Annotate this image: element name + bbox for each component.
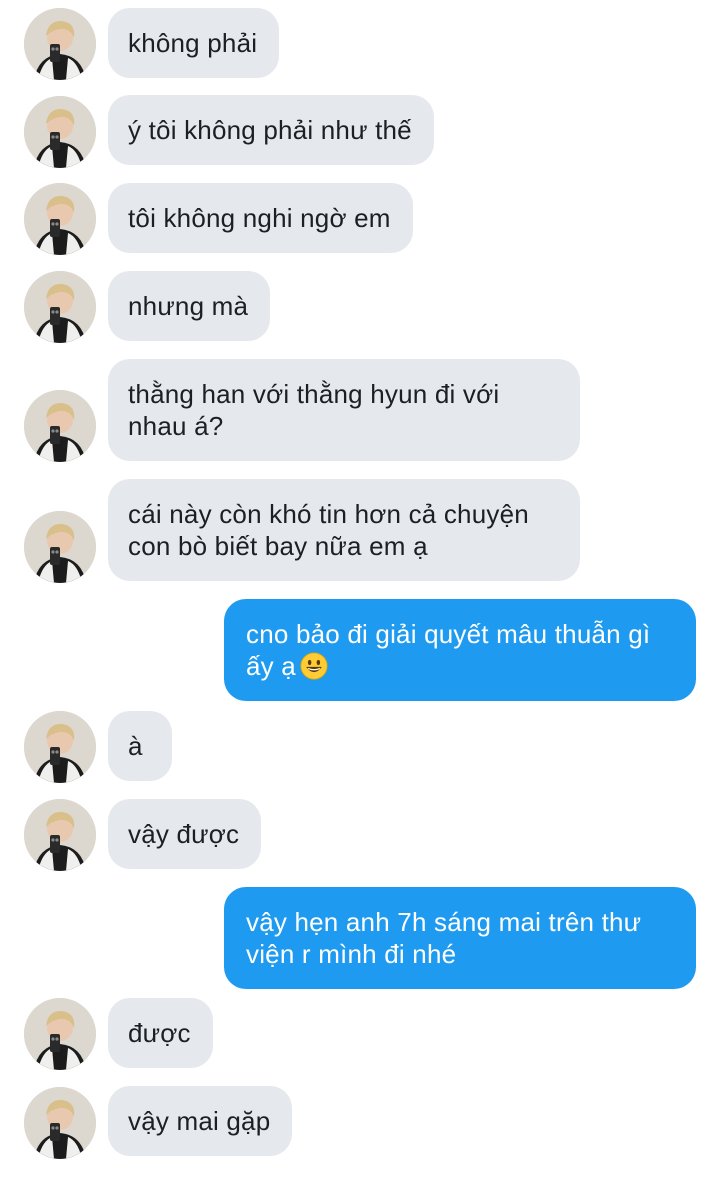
message-bubble[interactable]: vậy hẹn anh 7h sáng mai trên thư viện r … xyxy=(224,887,696,989)
grinning-face-icon xyxy=(300,652,328,680)
message-bubble[interactable]: vậy mai gặp xyxy=(108,1086,293,1156)
message-bubble[interactable]: ý tôi không phải như thế xyxy=(108,95,434,165)
contact-avatar[interactable] xyxy=(24,390,96,462)
message-bubble[interactable]: nhưng mà xyxy=(108,271,271,341)
message-bubble[interactable]: cái này còn khó tin hơn cả chuyện con bò… xyxy=(108,479,580,581)
contact-avatar[interactable] xyxy=(24,1087,96,1159)
contact-avatar[interactable] xyxy=(24,711,96,783)
message-bubble[interactable]: không phải xyxy=(108,8,280,78)
contact-avatar[interactable] xyxy=(24,271,96,343)
message-bubble[interactable]: tôi không nghi ngờ em xyxy=(108,183,413,253)
contact-avatar[interactable] xyxy=(24,998,96,1070)
contact-avatar[interactable] xyxy=(24,799,96,871)
contact-avatar[interactable] xyxy=(24,96,96,168)
message-bubble[interactable]: vậy được xyxy=(108,799,262,869)
contact-avatar[interactable] xyxy=(24,511,96,583)
message-bubble[interactable]: được xyxy=(108,998,213,1068)
contact-avatar[interactable] xyxy=(24,8,96,80)
message-bubble[interactable]: à xyxy=(108,711,172,781)
message-bubble[interactable]: thằng han với thằng hyun đi với nhau á? xyxy=(108,359,580,461)
contact-avatar[interactable] xyxy=(24,183,96,255)
message-bubble[interactable]: cno bảo đi giải quyết mâu thuẫn gì ấy ạ xyxy=(224,599,696,701)
